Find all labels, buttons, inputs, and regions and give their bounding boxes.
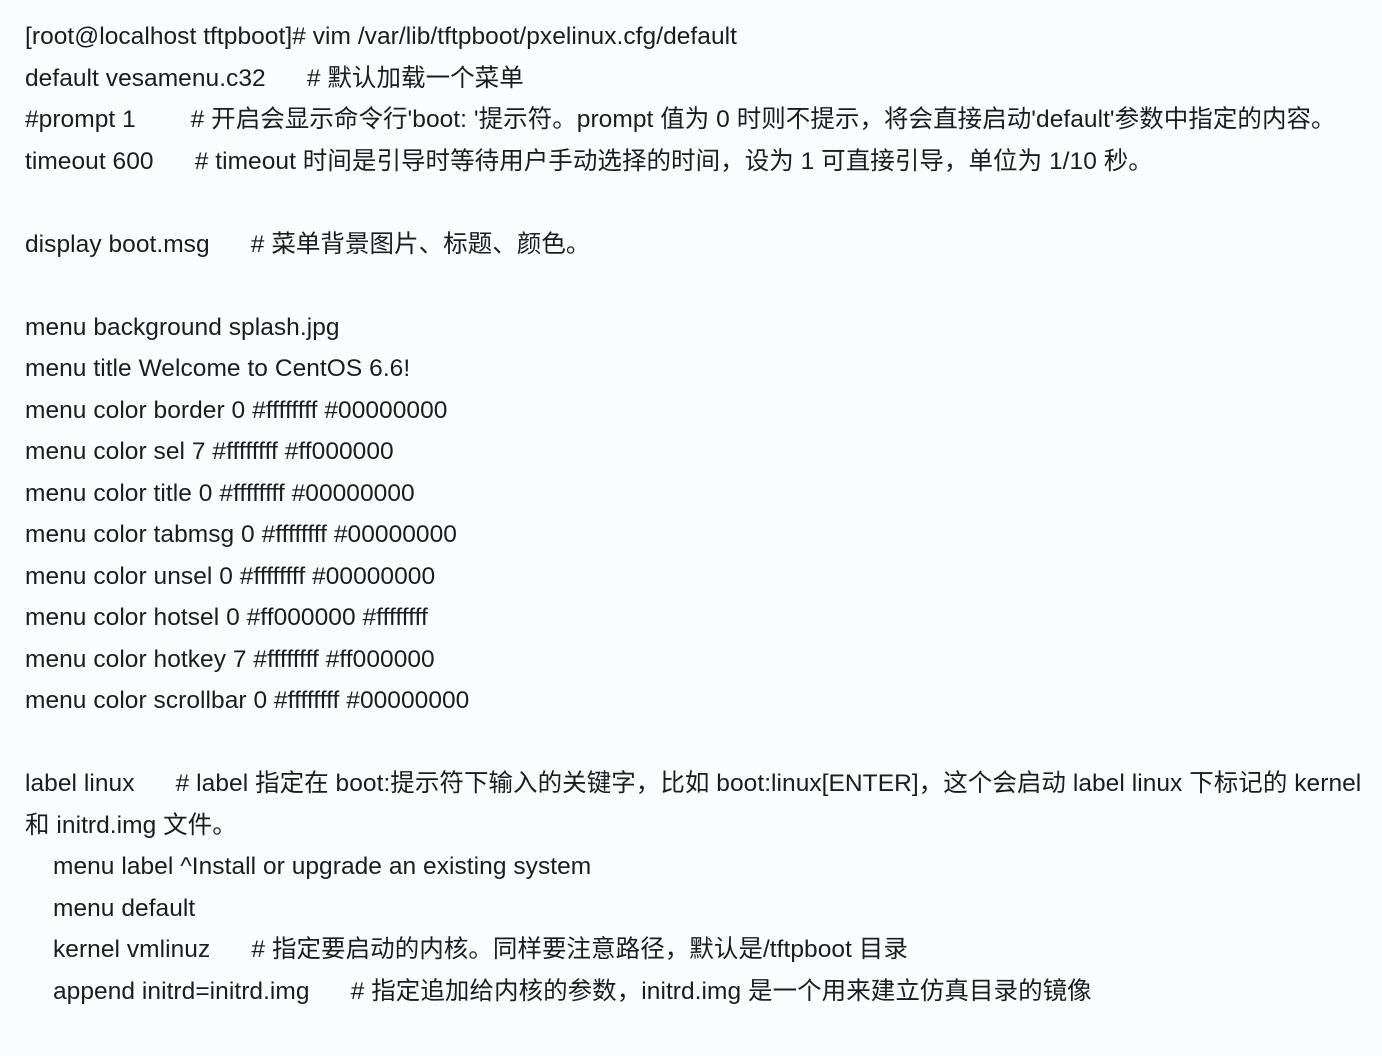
blank-line-blank-3: [25, 722, 1362, 764]
config-line-timeout-setting: timeout 600 # timeout 时间是引导时等待用户手动选择的时间，…: [25, 147, 1153, 175]
config-line-prompt-setting: #prompt 1 # 开启会显示命令行'boot: '提示符。prompt 值…: [25, 106, 1336, 133]
config-line-display-bootmsg: display boot.msg # 菜单背景图片、标题、颜色。: [25, 230, 591, 258]
config-line-menu-color-scrollbar: menu color scrollbar 0 #ffffffff #000000…: [25, 687, 470, 714]
config-line-menu-color-hotsel: menu color hotsel 0 #ff000000 #ffffffff: [25, 604, 428, 631]
config-line-menu-color-sel: menu color sel 7 #ffffffff #ff000000: [25, 438, 394, 465]
config-line-menu-color-title: menu color title 0 #ffffffff #00000000: [25, 479, 415, 507]
blank-line-blank-2: [25, 265, 1362, 307]
config-file-listing: [root@localhost tftpboot]# vim /var/lib/…: [0, 0, 1382, 1012]
blank-line-blank-1: [25, 182, 1362, 224]
config-line-append-initrd: append initrd=initrd.img # 指定追加给内核的参数，in…: [53, 977, 1092, 1005]
config-line-kernel-vmlinuz: kernel vmlinuz # 指定要启动的内核。同样要注意路径，默认是/tf…: [53, 936, 908, 963]
config-line-menu-color-tabmsg: menu color tabmsg 0 #ffffffff #00000000: [25, 521, 457, 548]
config-line-prompt-command: [root@localhost tftpboot]# vim /var/lib/…: [25, 23, 737, 50]
config-line-menu-color-border: menu color border 0 #ffffffff #00000000: [25, 396, 448, 424]
config-line-default-vesamenu: default vesamenu.c32 # 默认加载一个菜单: [25, 64, 524, 92]
config-line-menu-label-install: menu label ^Install or upgrade an existi…: [53, 853, 592, 880]
config-line-menu-color-hotkey: menu color hotkey 7 #ffffffff #ff000000: [25, 645, 435, 673]
config-line-menu-title: menu title Welcome to CentOS 6.6!: [25, 355, 411, 382]
config-line-label-linux: label linux # label 指定在 boot:提示符下输入的关键字，…: [25, 770, 1369, 839]
document-page: [root@localhost tftpboot]# vim /var/lib/…: [0, 0, 1382, 1056]
config-line-menu-background: menu background splash.jpg: [25, 313, 340, 341]
config-line-menu-default: menu default: [53, 894, 196, 922]
config-line-menu-color-unsel: menu color unsel 0 #ffffffff #00000000: [25, 562, 436, 590]
